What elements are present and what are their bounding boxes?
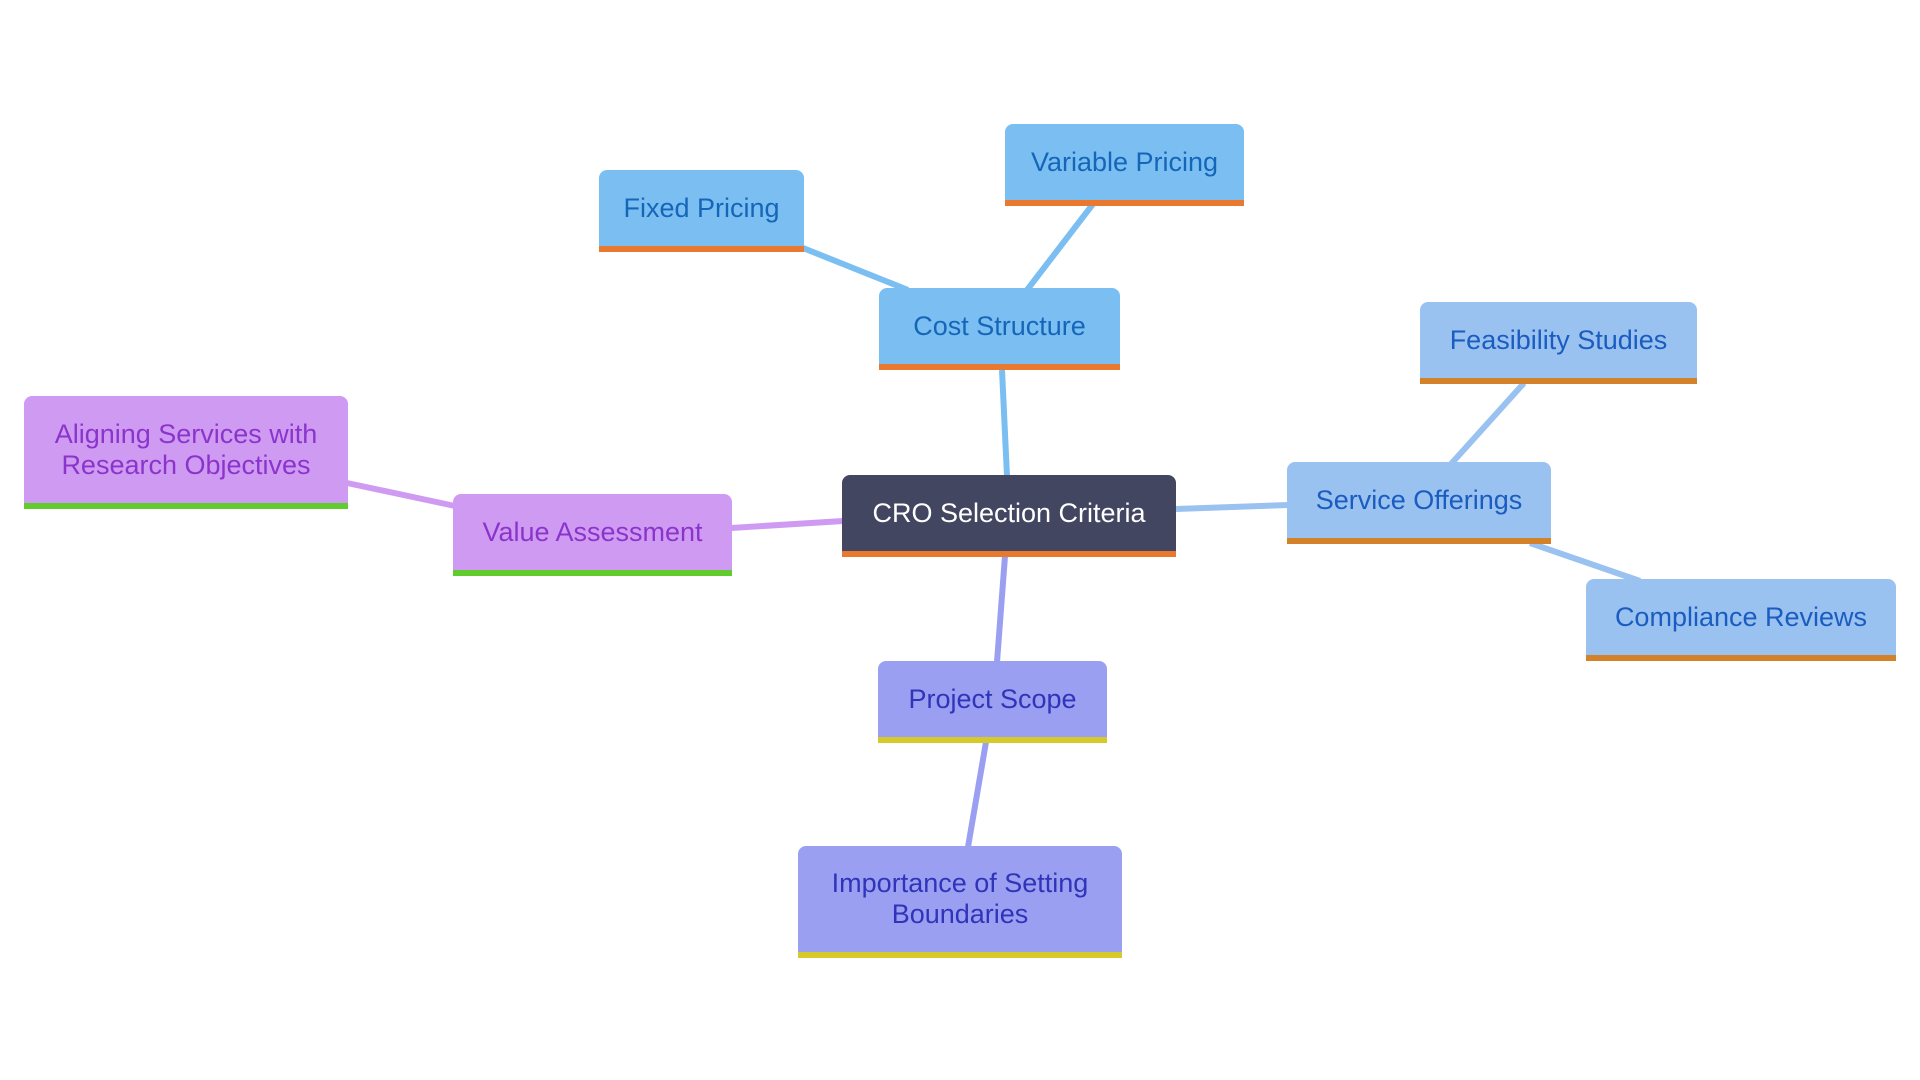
- node-label: CRO Selection Criteria: [872, 497, 1146, 528]
- node-project-scope[interactable]: Project Scope: [878, 661, 1107, 743]
- node-label: Project Scope: [908, 683, 1077, 714]
- mind-map-canvas: CRO Selection Criteria Cost Structure Fi…: [0, 0, 1920, 1080]
- node-label-line-1: Aligning Services with: [54, 418, 318, 449]
- node-label: Variable Pricing: [1030, 146, 1219, 177]
- node-value-assessment[interactable]: Value Assessment: [453, 494, 732, 576]
- edge-cost-fixed: [801, 245, 910, 293]
- node-label: Feasibility Studies: [1449, 324, 1668, 355]
- node-cost-structure[interactable]: Cost Structure: [879, 288, 1120, 370]
- node-variable-pricing[interactable]: Variable Pricing: [1005, 124, 1244, 206]
- node-aligning-services[interactable]: Aligning Services with Research Objectiv…: [24, 396, 348, 509]
- node-label: Cost Structure: [913, 310, 1086, 341]
- node-label: Service Offerings: [1315, 484, 1523, 515]
- edge-service-compliance: [1529, 540, 1641, 584]
- edge-cost-variable: [1024, 202, 1096, 292]
- node-importance-of-setting-boundaries[interactable]: Importance of Setting Boundaries: [798, 846, 1122, 958]
- edge-service-feasibility: [1448, 380, 1527, 467]
- node-root-cro-selection-criteria[interactable]: CRO Selection Criteria: [842, 475, 1176, 557]
- node-feasibility-studies[interactable]: Feasibility Studies: [1420, 302, 1697, 384]
- node-label: Fixed Pricing: [623, 192, 780, 223]
- edge-root-service: [1175, 502, 1289, 512]
- node-label-line-2: Boundaries: [891, 899, 1029, 929]
- node-label-line-2: Research Objectives: [61, 449, 311, 480]
- node-compliance-reviews[interactable]: Compliance Reviews: [1586, 579, 1896, 661]
- node-service-offerings[interactable]: Service Offerings: [1287, 462, 1551, 544]
- node-label-line-1: Importance of Setting: [831, 868, 1089, 898]
- edge-root-scope: [994, 555, 1008, 663]
- edge-root-value: [730, 518, 844, 531]
- edge-scope-importance: [965, 741, 989, 848]
- node-label: Value Assessment: [482, 516, 703, 547]
- node-fixed-pricing[interactable]: Fixed Pricing: [599, 170, 804, 252]
- edge-value-aligning: [346, 480, 456, 509]
- node-label: Compliance Reviews: [1614, 601, 1868, 632]
- edge-root-cost: [999, 369, 1010, 477]
